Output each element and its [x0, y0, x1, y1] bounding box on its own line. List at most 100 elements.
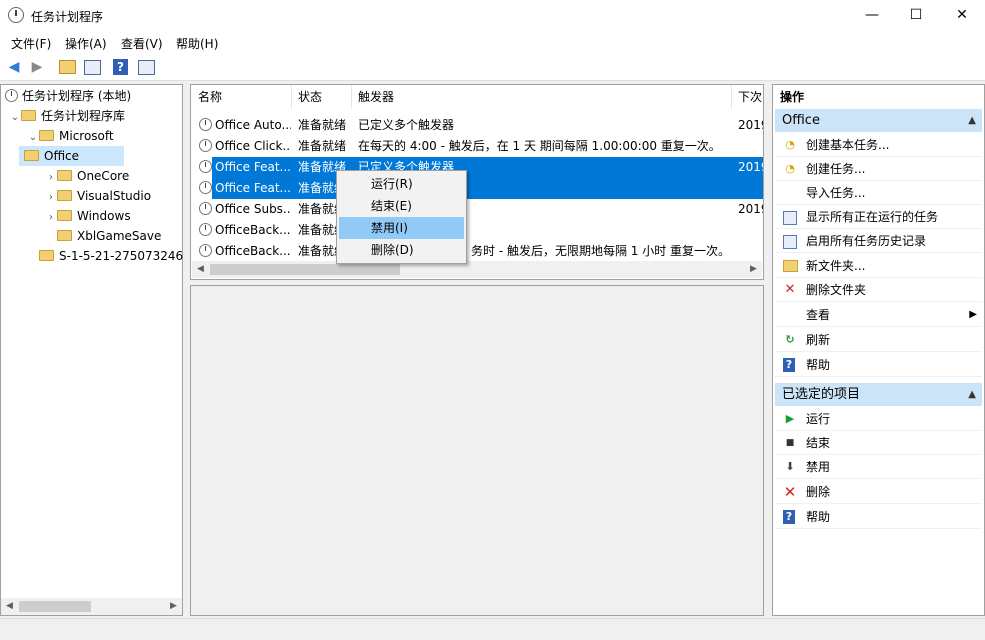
minimize-button[interactable]: —	[849, 0, 895, 31]
tree-item-root[interactable]: 任务计划程序 (本地)	[5, 86, 183, 106]
up-folder-icon[interactable]	[58, 58, 76, 76]
scroll-right-arrow-icon[interactable]: ▶	[745, 261, 762, 278]
action-view[interactable]: 查看 ▶	[775, 303, 982, 327]
task-row[interactable]: OfficeBack... 准备就绪	[195, 220, 763, 241]
tree-horizontal-scrollbar[interactable]: ◀ ▶	[1, 598, 182, 615]
scrollbar-thumb[interactable]	[19, 601, 91, 612]
action-refresh[interactable]: ↻ 刷新	[775, 328, 982, 352]
task-row[interactable]: Office Subs... 准备就绪 2019	[195, 199, 763, 220]
scroll-left-arrow-icon[interactable]: ◀	[192, 261, 209, 278]
expanded-chevron-icon[interactable]: ⌄	[9, 108, 21, 128]
forward-arrow-icon[interactable]: ▶	[28, 58, 46, 76]
action-enable-history[interactable]: 启用所有任务历史记录	[775, 229, 982, 253]
delete-folder-x-icon: ✕	[784, 282, 796, 297]
end-stop-icon: ■	[785, 438, 795, 448]
task-row[interactable]: Office Auto... 准备就绪 已定义多个触发器 2019	[195, 115, 763, 136]
collapsed-chevron-icon[interactable]: ›	[45, 188, 57, 208]
task-clock-icon	[199, 160, 212, 173]
task-row[interactable]: OfficeBack... 准备就绪 务时 - 触发后，无限期地每隔 1 小时 …	[195, 241, 763, 262]
folder-tree-panel: 任务计划程序 (本地) ⌄ 任务计划程序库 ⌄ Microsoft Office ›…	[0, 84, 183, 616]
section-header-office[interactable]: Office ▲	[775, 109, 982, 132]
task-details-panel	[190, 285, 764, 616]
tree-item-office[interactable]: Office	[19, 146, 124, 166]
column-header-status[interactable]: 状态	[292, 85, 352, 109]
action-delete-folder[interactable]: ✕ 删除文件夹	[775, 278, 982, 302]
list-horizontal-scrollbar[interactable]: ◀ ▶	[192, 261, 762, 278]
menu-action[interactable]: 操作(A)	[65, 35, 107, 52]
show-hide-action-pane-icon[interactable]	[137, 58, 155, 76]
action-new-folder[interactable]: 新文件夹...	[775, 254, 982, 278]
close-button[interactable]: ✕	[939, 0, 985, 31]
tree-item-xblgamesave[interactable]: XblGameSave	[5, 226, 183, 246]
help-icon[interactable]: ?	[113, 59, 128, 75]
task-clock-icon	[199, 202, 212, 215]
tree-item-sid[interactable]: S-1-5-21-275073246	[5, 246, 183, 266]
folder-icon	[57, 210, 72, 221]
action-disable[interactable]: ⬇ 禁用	[775, 455, 982, 479]
folder-icon	[21, 110, 36, 121]
scrollbar-thumb[interactable]	[210, 264, 400, 275]
menu-file[interactable]: 文件(F)	[11, 35, 51, 52]
context-menu-disable[interactable]: 禁用(I)	[339, 217, 464, 239]
tree-item-windows[interactable]: › Windows	[5, 206, 183, 226]
context-menu-delete[interactable]: 删除(D)	[339, 239, 464, 261]
tree-item-microsoft[interactable]: ⌄ Microsoft	[5, 126, 183, 146]
section-header-selected-item[interactable]: 已选定的项目 ▲	[775, 383, 982, 406]
task-row-selected[interactable]: Office Feat... 准备就绪	[195, 178, 763, 199]
context-menu: 运行(R) 结束(E) 禁用(I) 删除(D)	[336, 170, 467, 264]
menu-view[interactable]: 查看(V)	[121, 35, 163, 52]
window-title: 任务计划程序	[31, 10, 104, 24]
new-folder-icon	[783, 260, 798, 274]
folder-icon	[39, 250, 54, 261]
status-bar	[0, 618, 985, 640]
tree-item-visualstudio[interactable]: › VisualStudio	[5, 186, 183, 206]
running-tasks-icon	[783, 211, 797, 225]
action-import-task[interactable]: 导入任务...	[775, 181, 982, 205]
action-help[interactable]: ? 帮助	[775, 353, 982, 377]
help-icon: ?	[783, 358, 795, 372]
task-row-selected[interactable]: Office Feat... 准备就绪 已定义多个触发器 2019	[195, 157, 763, 178]
action-delete[interactable]: ✕ 删除	[775, 480, 982, 504]
action-run[interactable]: ▶ 运行	[775, 407, 982, 431]
delete-x-icon: ✕	[783, 483, 797, 501]
collapse-caret-icon[interactable]: ▲	[968, 109, 976, 132]
tree-item-library[interactable]: ⌄ 任务计划程序库	[5, 106, 183, 126]
action-create-basic-task[interactable]: ◔ 创建基本任务...	[775, 133, 982, 157]
task-clock-icon	[199, 118, 212, 131]
history-icon	[783, 235, 797, 249]
scroll-left-arrow-icon[interactable]: ◀	[1, 598, 18, 615]
column-header-name[interactable]: 名称	[192, 85, 292, 109]
folder-icon	[57, 170, 72, 181]
actions-title: 操作	[780, 90, 805, 104]
show-hide-tree-icon[interactable]	[83, 58, 101, 76]
maximize-button[interactable]: ☐	[893, 0, 939, 31]
context-menu-run[interactable]: 运行(R)	[339, 173, 464, 195]
help-icon: ?	[783, 510, 795, 524]
create-task-icon: ◔	[785, 162, 795, 175]
task-clock-icon	[199, 244, 212, 257]
menu-help[interactable]: 帮助(H)	[176, 35, 218, 52]
back-arrow-icon[interactable]: ◀	[5, 58, 23, 76]
title-bar	[0, 0, 985, 31]
column-header-next-run[interactable]: 下次	[732, 85, 763, 109]
context-menu-end[interactable]: 结束(E)	[339, 195, 464, 217]
folder-icon	[39, 130, 54, 141]
action-display-running-tasks[interactable]: 显示所有正在运行的任务	[775, 205, 982, 229]
task-list-panel: 名称 状态 触发器 下次 Office Auto... 准备就绪 已定义多个触发…	[190, 84, 764, 280]
action-help-selected[interactable]: ? 帮助	[775, 505, 982, 529]
task-clock-icon	[199, 181, 212, 194]
collapsed-chevron-icon[interactable]: ›	[45, 208, 57, 228]
column-header-trigger[interactable]: 触发器	[352, 85, 732, 109]
action-create-task[interactable]: ◔ 创建任务...	[775, 157, 982, 181]
expanded-chevron-icon[interactable]: ⌄	[27, 128, 39, 148]
scroll-right-arrow-icon[interactable]: ▶	[165, 598, 182, 615]
task-scheduler-clock-icon	[8, 7, 24, 23]
task-row[interactable]: Office Click... 准备就绪 在每天的 4:00 - 触发后，在 1…	[195, 136, 763, 157]
collapsed-chevron-icon[interactable]: ›	[45, 168, 57, 188]
action-end[interactable]: ■ 结束	[775, 431, 982, 455]
collapse-caret-icon[interactable]: ▲	[968, 383, 976, 406]
tree-item-onecore[interactable]: › OneCore	[5, 166, 183, 186]
refresh-icon: ↻	[785, 333, 795, 346]
folder-icon	[57, 230, 72, 241]
task-clock-icon	[199, 223, 212, 236]
